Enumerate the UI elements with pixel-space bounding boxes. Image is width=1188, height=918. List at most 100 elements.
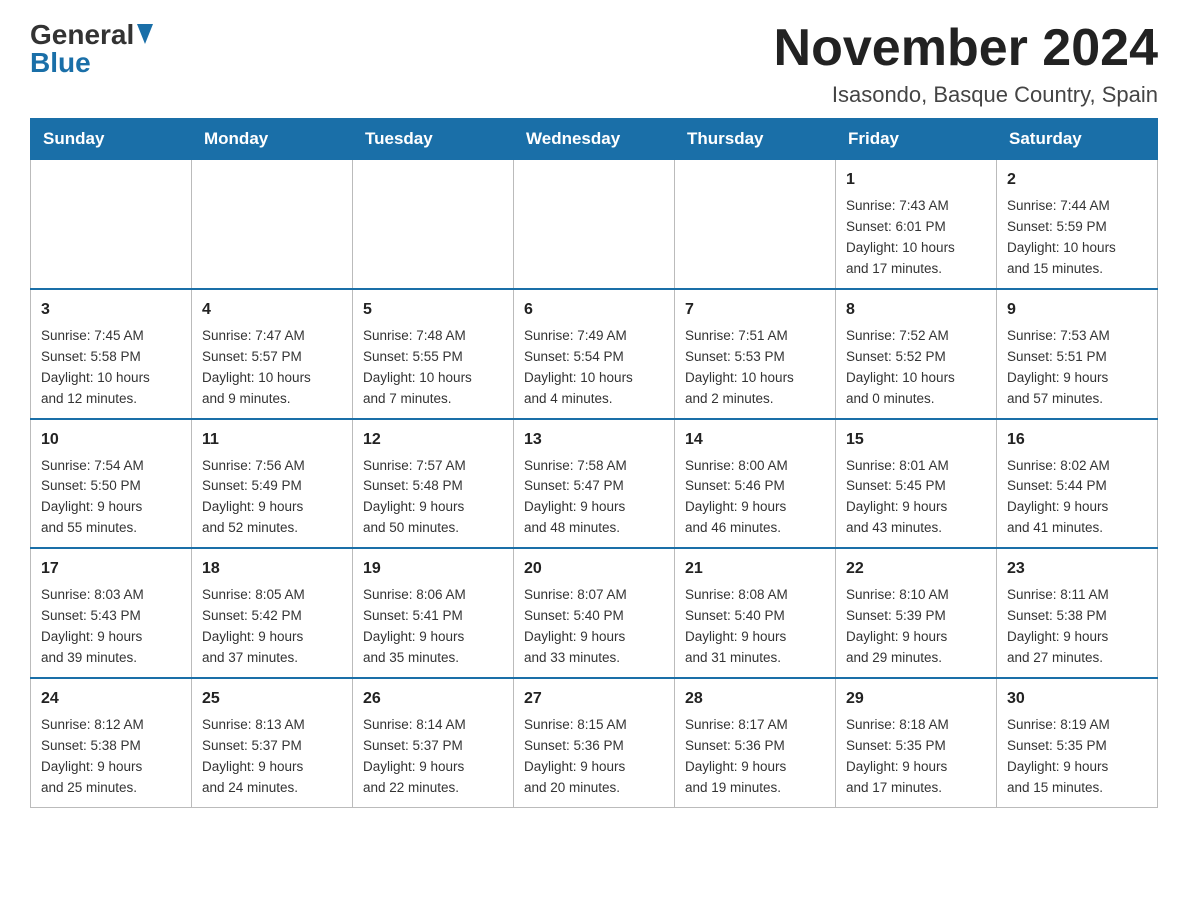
calendar-table: SundayMondayTuesdayWednesdayThursdayFrid… bbox=[30, 118, 1158, 807]
day-number: 1 bbox=[846, 168, 986, 192]
day-info: Sunrise: 7:43 AM Sunset: 6:01 PM Dayligh… bbox=[846, 196, 986, 280]
day-number: 21 bbox=[685, 557, 825, 581]
calendar-cell: 18 Sunrise: 8:05 AM Sunset: 5:42 PM Dayli… bbox=[192, 548, 353, 678]
day-number: 12 bbox=[363, 428, 503, 452]
day-number: 14 bbox=[685, 428, 825, 452]
calendar-header-row: SundayMondayTuesdayWednesdayThursdayFrid… bbox=[31, 119, 1158, 160]
day-info: Sunrise: 8:14 AM Sunset: 5:37 PM Dayligh… bbox=[363, 715, 503, 799]
calendar-cell: 11Sunrise: 7:56 AM Sunset: 5:49 PM Dayli… bbox=[192, 419, 353, 549]
day-number: 6 bbox=[524, 298, 664, 322]
page-header: General Blue November 2024 Isasondo, Bas… bbox=[30, 20, 1158, 108]
day-info: Sunrise: 8:12 AM Sunset: 5:38 PM Dayligh… bbox=[41, 715, 181, 799]
calendar-cell bbox=[675, 160, 836, 289]
day-info: Sunrise: 8:03 AM Sunset: 5:43 PM Dayligh… bbox=[41, 585, 181, 669]
calendar-cell: 16 Sunrise: 8:02 AM Sunset: 5:44 PM Dayli… bbox=[997, 419, 1158, 549]
calendar-cell: 10 Sunrise: 7:54 AM Sunset: 5:50 PM Dayli… bbox=[31, 419, 192, 549]
calendar-cell bbox=[31, 160, 192, 289]
header-tuesday: Tuesday bbox=[353, 119, 514, 160]
header-thursday: Thursday bbox=[675, 119, 836, 160]
day-number: 25 bbox=[202, 687, 342, 711]
day-number: 23 bbox=[1007, 557, 1147, 581]
day-info: Sunrise: 8:13 AM Sunset: 5:37 PM Dayligh… bbox=[202, 715, 342, 799]
day-number: 19 bbox=[363, 557, 503, 581]
calendar-cell: 28 Sunrise: 8:17 AM Sunset: 5:36 PM Dayli… bbox=[675, 678, 836, 807]
day-number: 5 bbox=[363, 298, 503, 322]
day-info: Sunrise: 8:15 AM Sunset: 5:36 PM Dayligh… bbox=[524, 715, 664, 799]
calendar-cell: 17Sunrise: 8:03 AM Sunset: 5:43 PM Dayli… bbox=[31, 548, 192, 678]
week-row-4: 17Sunrise: 8:03 AM Sunset: 5:43 PM Dayli… bbox=[31, 548, 1158, 678]
week-row-5: 24 Sunrise: 8:12 AM Sunset: 5:38 PM Dayli… bbox=[31, 678, 1158, 807]
day-info: Sunrise: 7:47 AM Sunset: 5:57 PM Dayligh… bbox=[202, 326, 342, 410]
day-number: 28 bbox=[685, 687, 825, 711]
day-number: 20 bbox=[524, 557, 664, 581]
day-info: Sunrise: 7:56 AM Sunset: 5:49 PM Dayligh… bbox=[202, 456, 342, 540]
week-row-2: 3Sunrise: 7:45 AM Sunset: 5:58 PM Daylig… bbox=[31, 289, 1158, 419]
day-number: 10 bbox=[41, 428, 181, 452]
calendar-cell: 29 Sunrise: 8:18 AM Sunset: 5:35 PM Dayli… bbox=[836, 678, 997, 807]
calendar-cell: 1 Sunrise: 7:43 AM Sunset: 6:01 PM Daylig… bbox=[836, 160, 997, 289]
calendar-cell: 24 Sunrise: 8:12 AM Sunset: 5:38 PM Dayli… bbox=[31, 678, 192, 807]
calendar-cell bbox=[192, 160, 353, 289]
day-number: 26 bbox=[363, 687, 503, 711]
day-info: Sunrise: 7:49 AM Sunset: 5:54 PM Dayligh… bbox=[524, 326, 664, 410]
calendar-cell: 12 Sunrise: 7:57 AM Sunset: 5:48 PM Dayli… bbox=[353, 419, 514, 549]
day-info: Sunrise: 7:58 AM Sunset: 5:47 PM Dayligh… bbox=[524, 456, 664, 540]
calendar-cell: 21Sunrise: 8:08 AM Sunset: 5:40 PM Dayli… bbox=[675, 548, 836, 678]
logo-arrow-icon bbox=[137, 24, 153, 49]
calendar-cell: 27Sunrise: 8:15 AM Sunset: 5:36 PM Dayli… bbox=[514, 678, 675, 807]
day-number: 7 bbox=[685, 298, 825, 322]
day-info: Sunrise: 8:02 AM Sunset: 5:44 PM Dayligh… bbox=[1007, 456, 1147, 540]
title-section: November 2024 Isasondo, Basque Country, … bbox=[774, 20, 1158, 108]
day-number: 4 bbox=[202, 298, 342, 322]
logo: General Blue bbox=[30, 20, 153, 77]
calendar-cell: 3Sunrise: 7:45 AM Sunset: 5:58 PM Daylig… bbox=[31, 289, 192, 419]
day-info: Sunrise: 8:11 AM Sunset: 5:38 PM Dayligh… bbox=[1007, 585, 1147, 669]
day-info: Sunrise: 8:18 AM Sunset: 5:35 PM Dayligh… bbox=[846, 715, 986, 799]
calendar-cell: 6 Sunrise: 7:49 AM Sunset: 5:54 PM Daylig… bbox=[514, 289, 675, 419]
calendar-cell: 19 Sunrise: 8:06 AM Sunset: 5:41 PM Dayli… bbox=[353, 548, 514, 678]
header-wednesday: Wednesday bbox=[514, 119, 675, 160]
day-info: Sunrise: 8:01 AM Sunset: 5:45 PM Dayligh… bbox=[846, 456, 986, 540]
day-number: 29 bbox=[846, 687, 986, 711]
logo-blue-text: Blue bbox=[30, 49, 91, 77]
day-info: Sunrise: 7:52 AM Sunset: 5:52 PM Dayligh… bbox=[846, 326, 986, 410]
day-number: 22 bbox=[846, 557, 986, 581]
calendar-cell: 2 Sunrise: 7:44 AM Sunset: 5:59 PM Daylig… bbox=[997, 160, 1158, 289]
day-number: 2 bbox=[1007, 168, 1147, 192]
calendar-cell: 9Sunrise: 7:53 AM Sunset: 5:51 PM Daylig… bbox=[997, 289, 1158, 419]
calendar-cell: 20 Sunrise: 8:07 AM Sunset: 5:40 PM Dayli… bbox=[514, 548, 675, 678]
day-number: 15 bbox=[846, 428, 986, 452]
calendar-cell: 13Sunrise: 7:58 AM Sunset: 5:47 PM Dayli… bbox=[514, 419, 675, 549]
day-info: Sunrise: 8:05 AM Sunset: 5:42 PM Dayligh… bbox=[202, 585, 342, 669]
day-info: Sunrise: 8:10 AM Sunset: 5:39 PM Dayligh… bbox=[846, 585, 986, 669]
week-row-3: 10 Sunrise: 7:54 AM Sunset: 5:50 PM Dayli… bbox=[31, 419, 1158, 549]
day-number: 30 bbox=[1007, 687, 1147, 711]
calendar-cell: 22 Sunrise: 8:10 AM Sunset: 5:39 PM Dayli… bbox=[836, 548, 997, 678]
day-number: 18 bbox=[202, 557, 342, 581]
header-saturday: Saturday bbox=[997, 119, 1158, 160]
day-info: Sunrise: 7:54 AM Sunset: 5:50 PM Dayligh… bbox=[41, 456, 181, 540]
calendar-cell: 26 Sunrise: 8:14 AM Sunset: 5:37 PM Dayli… bbox=[353, 678, 514, 807]
week-row-1: 1 Sunrise: 7:43 AM Sunset: 6:01 PM Daylig… bbox=[31, 160, 1158, 289]
day-info: Sunrise: 7:44 AM Sunset: 5:59 PM Dayligh… bbox=[1007, 196, 1147, 280]
logo-general-text: General bbox=[30, 21, 134, 49]
day-number: 24 bbox=[41, 687, 181, 711]
day-info: Sunrise: 7:53 AM Sunset: 5:51 PM Dayligh… bbox=[1007, 326, 1147, 410]
day-info: Sunrise: 8:07 AM Sunset: 5:40 PM Dayligh… bbox=[524, 585, 664, 669]
calendar-cell: 14Sunrise: 8:00 AM Sunset: 5:46 PM Dayli… bbox=[675, 419, 836, 549]
day-info: Sunrise: 7:48 AM Sunset: 5:55 PM Dayligh… bbox=[363, 326, 503, 410]
day-info: Sunrise: 7:45 AM Sunset: 5:58 PM Dayligh… bbox=[41, 326, 181, 410]
day-number: 16 bbox=[1007, 428, 1147, 452]
day-number: 8 bbox=[846, 298, 986, 322]
calendar-cell bbox=[353, 160, 514, 289]
calendar-cell: 15 Sunrise: 8:01 AM Sunset: 5:45 PM Dayli… bbox=[836, 419, 997, 549]
calendar-cell: 30Sunrise: 8:19 AM Sunset: 5:35 PM Dayli… bbox=[997, 678, 1158, 807]
day-info: Sunrise: 7:57 AM Sunset: 5:48 PM Dayligh… bbox=[363, 456, 503, 540]
header-friday: Friday bbox=[836, 119, 997, 160]
day-info: Sunrise: 8:17 AM Sunset: 5:36 PM Dayligh… bbox=[685, 715, 825, 799]
calendar-cell bbox=[514, 160, 675, 289]
calendar-cell: 8 Sunrise: 7:52 AM Sunset: 5:52 PM Daylig… bbox=[836, 289, 997, 419]
header-monday: Monday bbox=[192, 119, 353, 160]
day-info: Sunrise: 8:06 AM Sunset: 5:41 PM Dayligh… bbox=[363, 585, 503, 669]
calendar-cell: 23 Sunrise: 8:11 AM Sunset: 5:38 PM Dayli… bbox=[997, 548, 1158, 678]
